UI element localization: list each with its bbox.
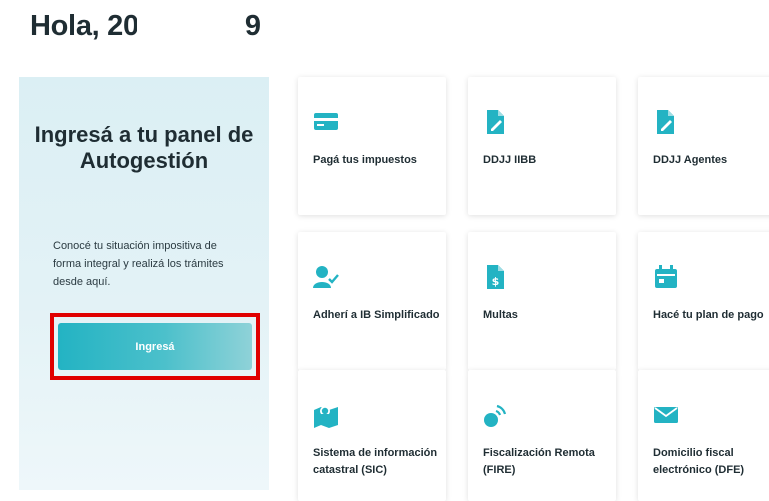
document-dollar-icon: $ — [487, 265, 504, 289]
greeting-heading: Hola, 20 9 — [30, 10, 261, 43]
card-adheri-ib-simplificado[interactable]: Adherí a IB Simplificado — [298, 232, 446, 370]
card-paga-tus-impuestos[interactable]: Pagá tus impuestos — [298, 77, 446, 215]
enter-button-highlight: Ingresá — [50, 313, 260, 380]
card-label: Adherí a IB Simplificado — [313, 309, 440, 321]
card-label: Hacé tu plan de pago — [653, 309, 764, 321]
card-ddjj-agentes[interactable]: DDJJ Agentes — [638, 77, 769, 215]
card-label: Sistema de información catastral (SIC) — [313, 447, 438, 476]
card-sistema-informacion-catastral[interactable]: Sistema de información catastral (SIC) — [298, 370, 446, 501]
user-check-icon — [313, 266, 339, 288]
autogestion-panel: Ingresá a tu panel de Autogestión Conocé… — [19, 77, 269, 490]
greeting-prefix: Hola, 20 — [30, 10, 139, 42]
credit-card-icon — [314, 113, 338, 130]
card-label: Fiscalización Remota (FIRE) — [483, 447, 595, 476]
enter-button[interactable]: Ingresá — [58, 323, 252, 370]
panel-description: Conocé tu situación impositiva de forma … — [53, 240, 224, 288]
document-edit-icon — [657, 110, 674, 134]
satellite-icon — [484, 404, 507, 427]
card-fiscalizacion-remota[interactable]: Fiscalización Remota (FIRE) — [468, 370, 616, 501]
document-edit-icon — [487, 110, 504, 134]
redaction-mask — [136, 12, 247, 43]
card-multas[interactable]: $ Multas — [468, 232, 616, 370]
greeting-suffix: 9 — [244, 10, 261, 42]
card-label: Domicilio fiscal electrónico (DFE) — [653, 447, 745, 476]
card-label: DDJJ IIBB — [483, 154, 537, 166]
card-hace-tu-plan-de-pago[interactable]: Hacé tu plan de pago — [638, 232, 769, 370]
card-label: DDJJ Agentes — [653, 154, 728, 166]
svg-text:$: $ — [492, 275, 500, 288]
card-ddjj-iibb[interactable]: DDJJ IIBB — [468, 77, 616, 215]
card-label: Multas — [483, 309, 518, 321]
card-label: Pagá tus impuestos — [313, 154, 417, 166]
envelope-icon — [654, 407, 678, 423]
map-icon — [314, 406, 338, 428]
card-domicilio-fiscal-electronico[interactable]: Domicilio fiscal electrónico (DFE) — [638, 370, 769, 501]
panel-title: Ingresá a tu panel de Autogestión — [34, 122, 254, 173]
calendar-icon — [655, 265, 677, 288]
